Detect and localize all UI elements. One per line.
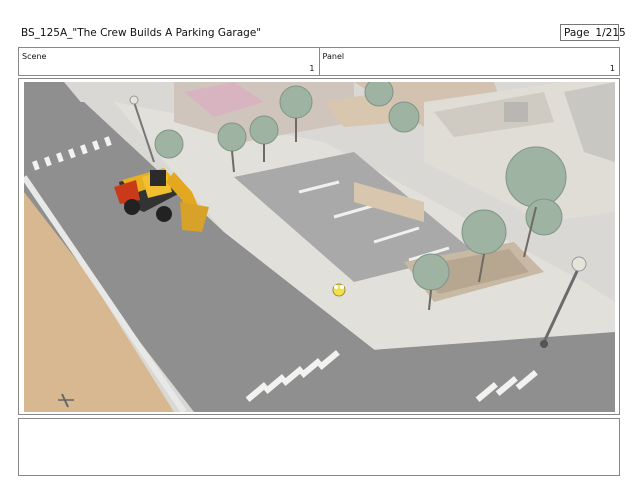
scene-panel-info-row: Scene 1 Panel 1 xyxy=(18,47,620,76)
panel-notes-box xyxy=(18,418,620,476)
panel-value: 1 xyxy=(609,64,615,73)
scene-label: Scene xyxy=(22,52,47,61)
scene-value: 1 xyxy=(309,64,315,73)
panel-label: Panel xyxy=(322,52,345,61)
page-label: Page xyxy=(564,26,590,39)
page-value: 1/215 xyxy=(595,26,626,39)
document-title: BS_125A_"The Crew Builds A Parking Garag… xyxy=(21,27,262,39)
storyboard-panel-image xyxy=(24,82,615,412)
scene-cell: Scene 1 xyxy=(19,48,319,75)
panel-cell: Panel 1 xyxy=(318,48,620,75)
page-number-box: Page 1/215 xyxy=(560,24,626,41)
